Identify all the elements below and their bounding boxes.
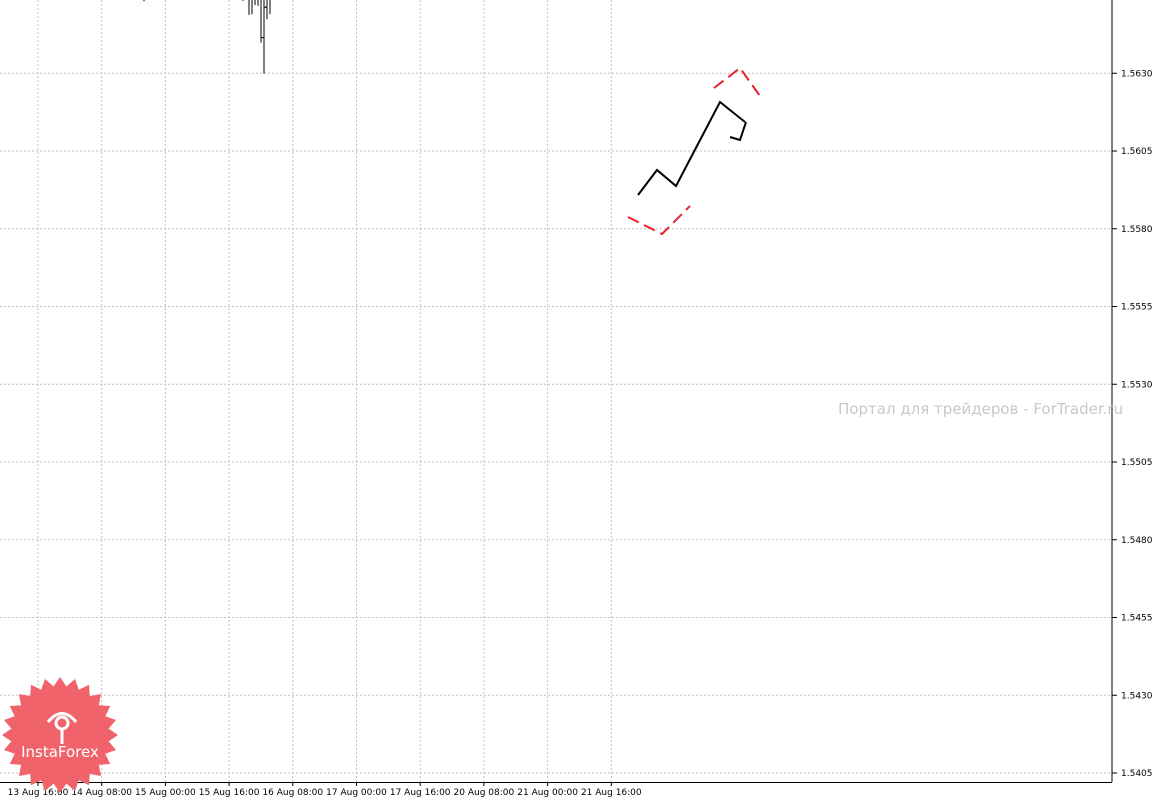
y-tick-label: 1.5605 [1121,147,1153,157]
logo-text: InstaForex [21,743,99,761]
instaforex-logo: InstaForex [2,677,118,793]
x-tick-label: 16 Aug 08:00 [262,788,323,798]
logo-badge [2,677,118,793]
y-tick-label: 1.5580 [1121,225,1153,235]
y-tick-label: 1.5555 [1121,303,1153,313]
x-tick-label: 21 Aug 00:00 [517,788,578,798]
y-tick-label: 1.5480 [1121,536,1153,546]
y-tick-label: 1.5655 [1121,0,1153,2]
x-tick-label: 20 Aug 08:00 [454,788,515,798]
watermark: Портал для трейдеров - ForTrader.ru [838,400,1124,418]
x-tick-label: 21 Aug 16:00 [581,788,642,798]
x-tick-label: 17 Aug 00:00 [326,788,387,798]
x-tick-label: 15 Aug 16:00 [199,788,260,798]
y-tick-label: 1.5405 [1121,769,1153,779]
y-tick-label: 1.5630 [1121,69,1153,79]
y-tick-label: 1.5455 [1121,614,1153,624]
y-tick-label: 1.5430 [1121,691,1153,701]
x-tick-label: 17 Aug 16:00 [390,788,451,798]
x-tick-label: 15 Aug 00:00 [135,788,196,798]
y-tick-label: 1.5505 [1121,458,1153,468]
y-tick-label: 1.5530 [1121,380,1153,390]
x-tick-label: 14 Aug 08:00 [71,788,132,798]
